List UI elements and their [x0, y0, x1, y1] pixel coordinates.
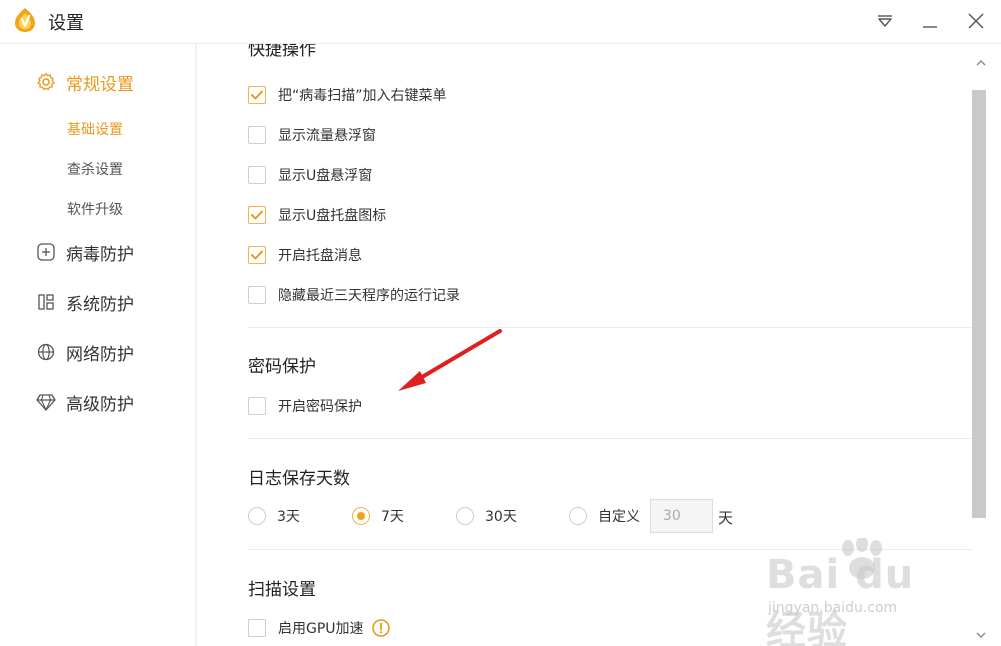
sidebar-item-system-protection[interactable]: 系统防护 — [36, 290, 134, 315]
option-label: 开启托盘消息 — [278, 248, 362, 264]
dropdown-icon — [878, 15, 892, 27]
sidebar-item-label: 常规设置 — [66, 74, 134, 95]
option-usb-tray-icon[interactable]: 显示U盘托盘图标 — [248, 205, 386, 225]
scroll-down-icon[interactable] — [974, 628, 988, 642]
radio-option-7-days[interactable]: 7天 — [352, 499, 404, 533]
sidebar-item-network-protection[interactable]: 网络防护 — [36, 340, 134, 365]
option-enable-gpu-acceleration[interactable]: 启用GPU加速 — [248, 618, 390, 638]
app-logo-icon — [15, 8, 35, 32]
sidebar-subitem-software-upgrade[interactable]: 软件升级 — [67, 199, 123, 219]
option-label: 启用GPU加速 — [278, 621, 364, 637]
sidebar-item-label: 网络防护 — [66, 344, 134, 365]
section-divider — [248, 438, 972, 439]
radio-label: 3天 — [277, 509, 300, 525]
checkbox[interactable] — [248, 397, 266, 415]
radio-button[interactable] — [456, 507, 474, 525]
option-label: 把“病毒扫描”加入右键菜单 — [278, 88, 447, 104]
checkbox[interactable] — [248, 166, 266, 184]
close-icon — [968, 13, 984, 29]
option-enable-password-protection[interactable]: 开启密码保护 — [248, 396, 362, 416]
minimize-button[interactable] — [916, 8, 944, 34]
window-title: 设置 — [48, 13, 84, 34]
radio-label: 7天 — [381, 509, 404, 525]
sidebar-item-advanced-protection[interactable]: 高级防护 — [36, 390, 134, 415]
scroll-up-icon[interactable] — [974, 56, 988, 70]
option-traffic-float-window[interactable]: 显示流量悬浮窗 — [248, 125, 376, 145]
check-icon — [251, 90, 263, 100]
plus-square-icon — [36, 242, 56, 262]
sidebar-item-virus-protection[interactable]: 病毒防护 — [36, 240, 134, 265]
dropdown-button[interactable] — [871, 8, 899, 34]
globe-icon — [36, 342, 56, 362]
minimize-icon — [923, 26, 937, 28]
close-button[interactable] — [962, 8, 990, 34]
checkbox[interactable] — [248, 126, 266, 144]
checkbox-checked[interactable] — [248, 246, 266, 264]
option-hide-recent-run-records[interactable]: 隐藏最近三天程序的运行记录 — [248, 285, 460, 305]
radio-option-custom[interactable]: 自定义 — [569, 499, 640, 533]
option-tray-messages[interactable]: 开启托盘消息 — [248, 245, 362, 265]
checkbox[interactable] — [248, 286, 266, 304]
sidebar-item-general-settings[interactable]: 常规设置 — [36, 70, 134, 95]
option-label: 显示U盘托盘图标 — [278, 208, 387, 224]
option-label: 隐藏最近三天程序的运行记录 — [278, 288, 460, 304]
warning-icon[interactable] — [371, 619, 390, 637]
check-icon — [251, 210, 263, 220]
annotation-arrow-icon — [398, 329, 502, 391]
option-add-to-context-menu[interactable]: 把“病毒扫描”加入右键菜单 — [248, 85, 447, 105]
section-title-scan-settings: 扫描设置 — [248, 580, 316, 600]
section-title-password: 密码保护 — [248, 357, 316, 377]
vertical-scrollbar[interactable] — [972, 44, 990, 646]
check-icon — [251, 250, 263, 260]
radio-button-selected[interactable] — [352, 507, 370, 525]
sidebar-item-label: 病毒防护 — [66, 244, 134, 265]
checkbox-checked[interactable] — [248, 206, 266, 224]
radio-label: 自定义 — [598, 509, 640, 525]
windows-grid-icon — [36, 292, 56, 312]
watermark-url: jingyan.baidu.com — [768, 600, 898, 616]
sidebar-subitem-scan-settings[interactable]: 查杀设置 — [67, 159, 123, 179]
section-title-shortcuts: 快捷操作 — [248, 44, 316, 60]
radio-button[interactable] — [569, 507, 587, 525]
option-label: 显示U盘悬浮窗 — [278, 168, 373, 184]
sidebar: 常规设置 基础设置 查杀设置 软件升级 病毒防护 系统防护 网络防护 高级防护 — [0, 44, 197, 646]
custom-days-input[interactable]: 30 — [650, 499, 713, 533]
sidebar-subitem-basic-settings[interactable]: 基础设置 — [67, 119, 123, 139]
watermark-brand: Bai du 经验 — [766, 552, 915, 646]
radio-dot — [357, 512, 365, 520]
section-divider — [248, 327, 972, 328]
option-usb-float-window[interactable]: 显示U盘悬浮窗 — [248, 165, 372, 185]
sidebar-item-label: 系统防护 — [66, 294, 134, 315]
scrollbar-thumb[interactable] — [972, 90, 986, 518]
baidu-watermark: Bai du 经验 jingyan.baidu.com — [762, 538, 962, 646]
checkbox[interactable] — [248, 619, 266, 637]
gear-icon — [36, 72, 56, 92]
option-label: 开启密码保护 — [278, 399, 362, 415]
option-label: 显示流量悬浮窗 — [278, 128, 376, 144]
sidebar-item-label: 高级防护 — [66, 394, 134, 415]
days-unit-label: 天 — [718, 509, 734, 527]
radio-option-30-days[interactable]: 30天 — [456, 499, 517, 533]
diamond-icon — [36, 392, 56, 412]
log-days-radio-group: 3天 7天 30天 自定义 30 天 — [248, 499, 848, 533]
checkbox-checked[interactable] — [248, 86, 266, 104]
radio-option-3-days[interactable]: 3天 — [248, 499, 300, 533]
section-title-log-retention: 日志保存天数 — [248, 469, 350, 489]
title-bar: 设置 — [0, 0, 1001, 44]
radio-label: 30天 — [485, 509, 517, 525]
radio-button[interactable] — [248, 507, 266, 525]
